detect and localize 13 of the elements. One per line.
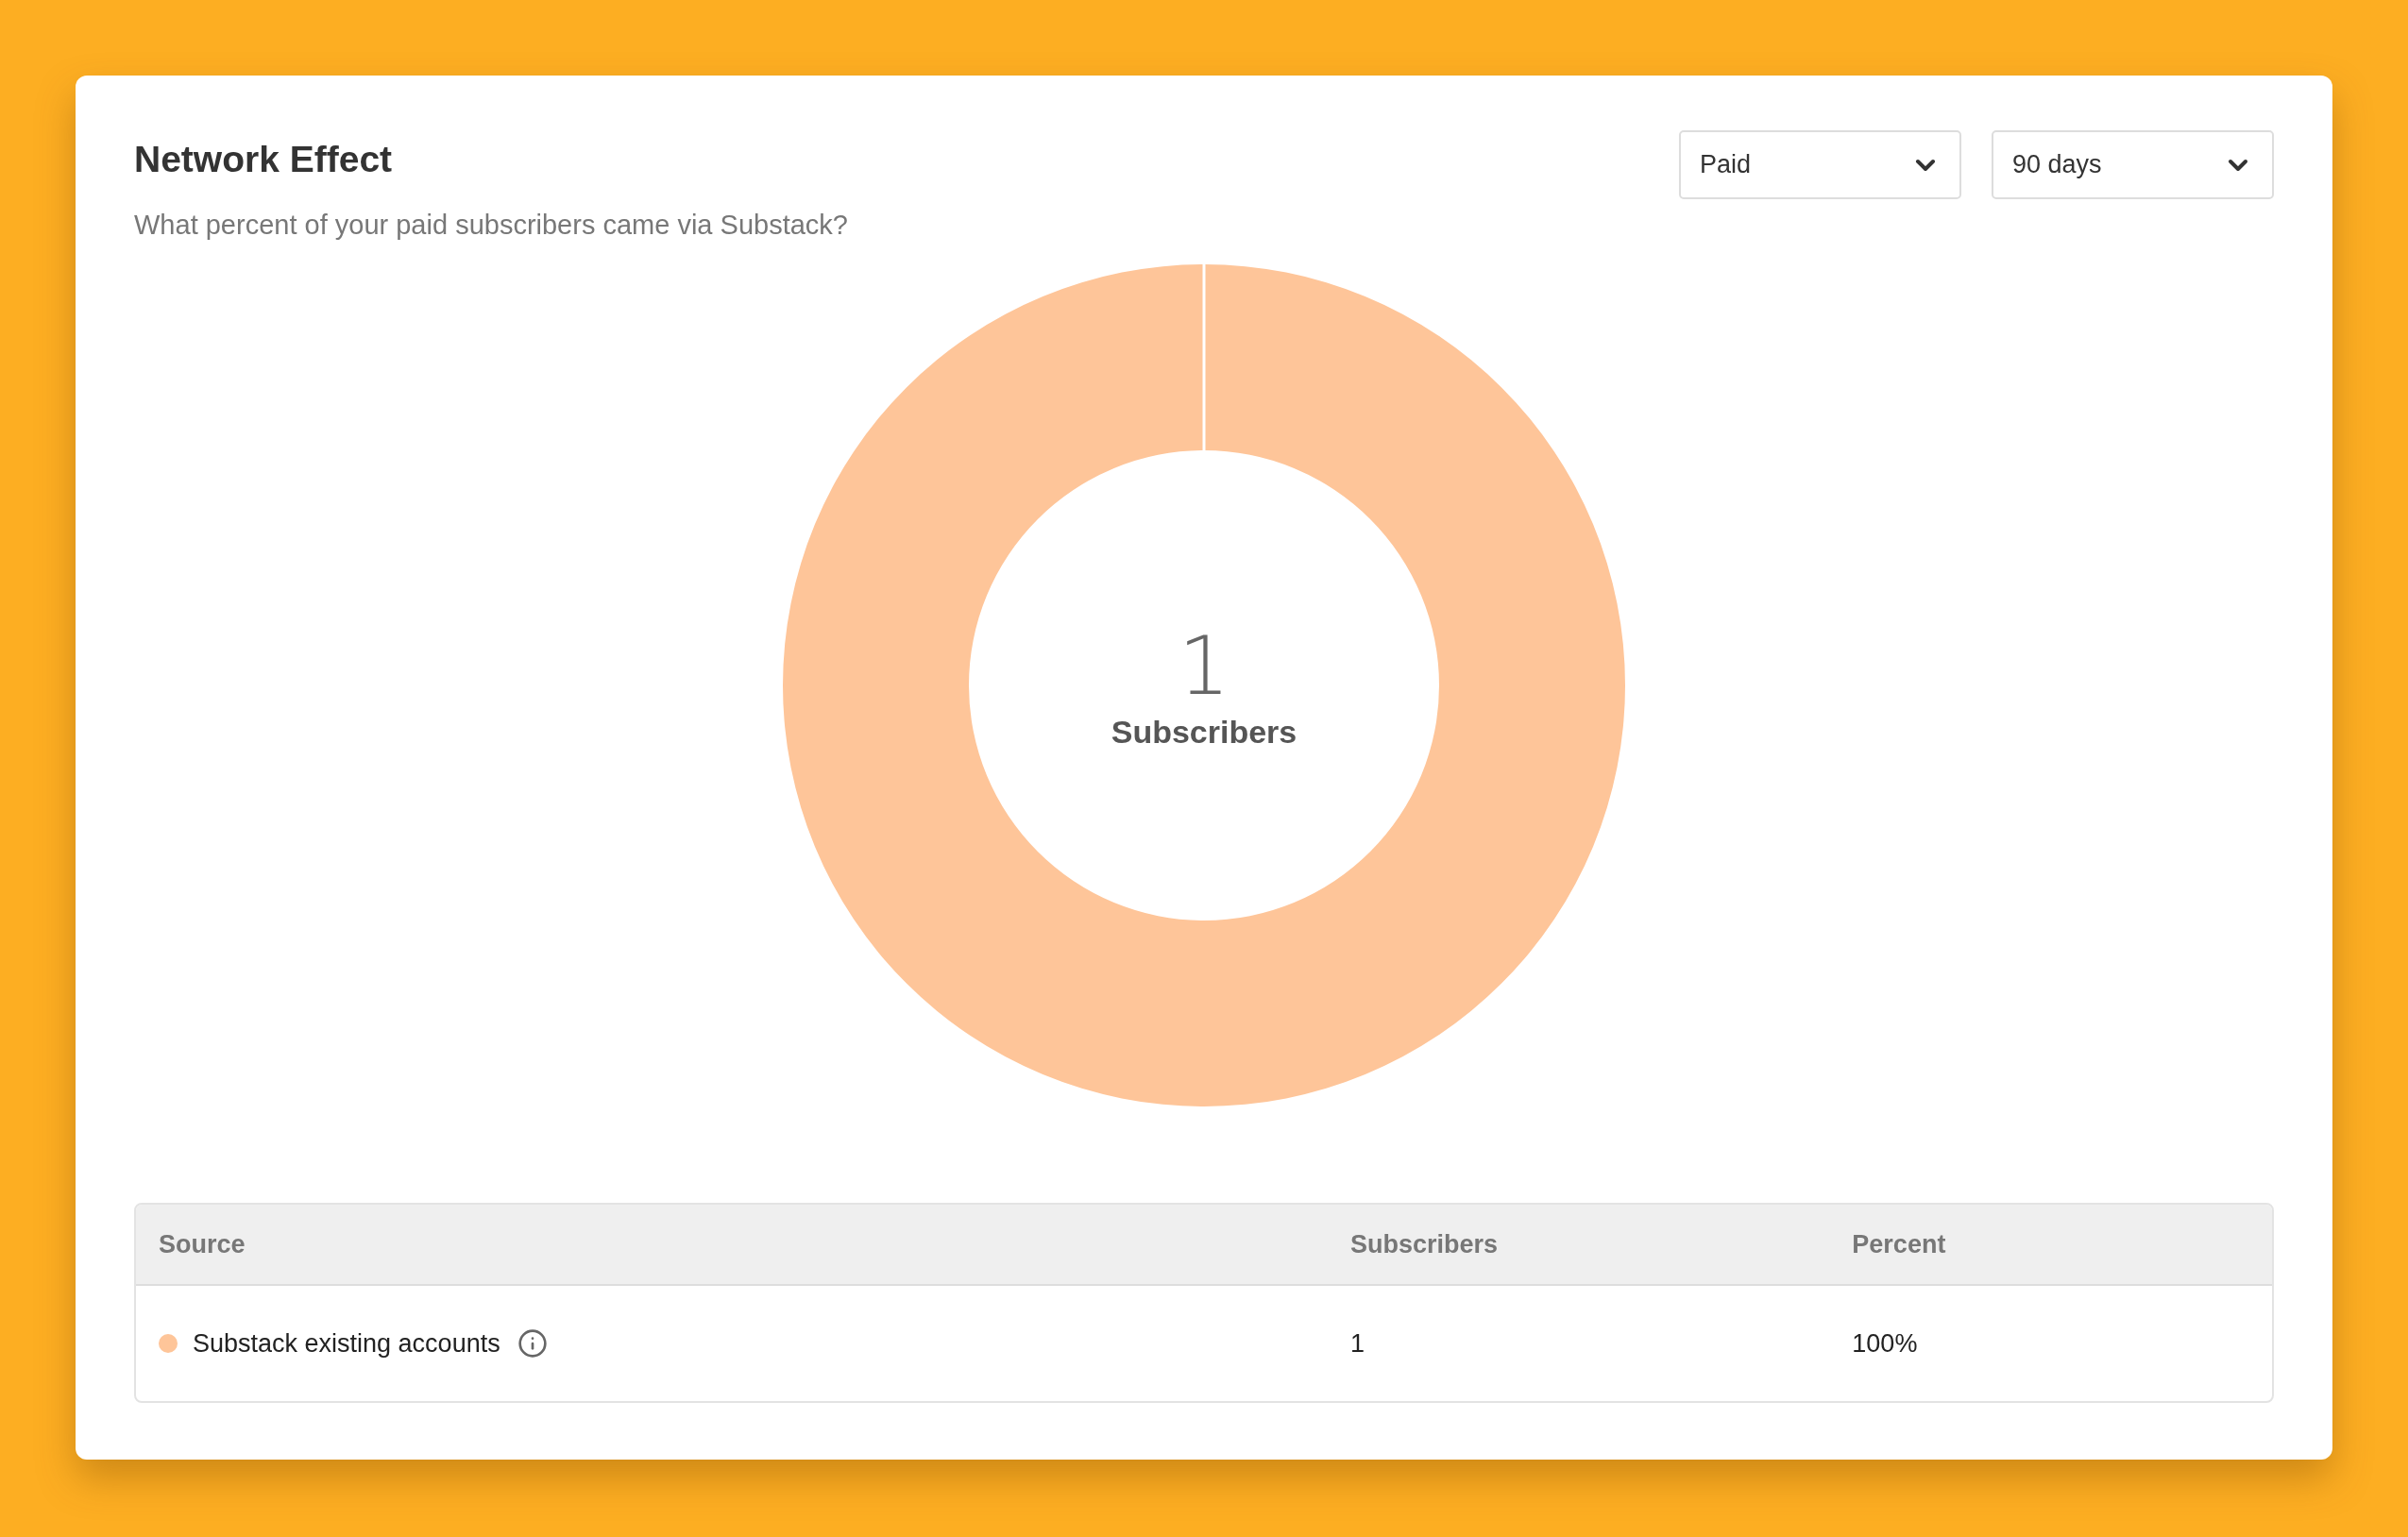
table-cell: 100%: [1852, 1328, 1918, 1358]
card-title: Network Effect: [134, 138, 394, 181]
table-cell: 1: [1349, 1328, 1365, 1358]
dropdown[interactable]: Paid: [1679, 130, 1961, 199]
card-subtitle: What percent of your paid subscribers came via Substack?: [134, 208, 848, 242]
dropdown[interactable]: 90 days: [1992, 130, 2274, 199]
info-icon[interactable]: [517, 1328, 548, 1359]
column-header: Percent: [1852, 1229, 1946, 1258]
center-value: 1: [1178, 624, 1230, 706]
column-header: Subscribers: [1349, 1229, 1499, 1258]
center-label: Subscribers: [1111, 712, 1297, 752]
table-cell-text: Substack existing accounts: [193, 1327, 500, 1360]
column-header: Source: [159, 1229, 246, 1258]
